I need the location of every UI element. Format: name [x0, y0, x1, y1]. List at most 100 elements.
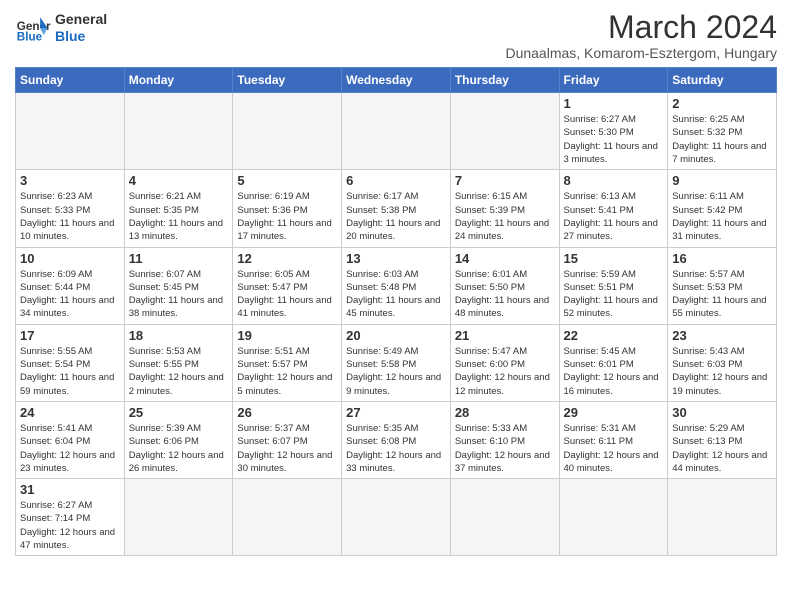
day-cell: 5Sunrise: 6:19 AM Sunset: 5:36 PM Daylig…: [233, 170, 342, 247]
day-info: Sunrise: 5:29 AM Sunset: 6:13 PM Dayligh…: [672, 422, 772, 475]
day-cell: [342, 93, 451, 170]
day-info: Sunrise: 6:25 AM Sunset: 5:32 PM Dayligh…: [672, 113, 772, 166]
day-cell: 23 Sunrise: 5:43 AM Sunset: 6:03 PM Dayli…: [668, 324, 777, 401]
day-cell: [559, 479, 668, 556]
day-cell: 6Sunrise: 6:17 AM Sunset: 5:38 PM Daylig…: [342, 170, 451, 247]
day-cell: 7 Sunrise: 6:15 AM Sunset: 5:39 PM Daylig…: [450, 170, 559, 247]
logo-general-text: General: [55, 11, 107, 28]
day-cell: [668, 479, 777, 556]
day-number: 20: [346, 328, 446, 343]
day-cell: 30 Sunrise: 5:29 AM Sunset: 6:13 PM Dayli…: [668, 401, 777, 478]
day-cell: 28 Sunrise: 5:33 AM Sunset: 6:10 PM Dayli…: [450, 401, 559, 478]
day-info: Sunrise: 5:47 AM Sunset: 6:00 PM Dayligh…: [455, 345, 555, 398]
week-row-2: 3 Sunrise: 6:23 AM Sunset: 5:33 PM Daylig…: [16, 170, 777, 247]
day-info: Sunrise: 6:23 AM Sunset: 5:33 PM Dayligh…: [20, 190, 120, 243]
day-info: Sunrise: 5:37 AM Sunset: 6:07 PM Dayligh…: [237, 422, 337, 475]
day-info: Sunrise: 5:31 AM Sunset: 6:11 PM Dayligh…: [564, 422, 664, 475]
day-cell: 24Sunrise: 5:41 AM Sunset: 6:04 PM Dayli…: [16, 401, 125, 478]
day-number: 24: [20, 405, 120, 420]
day-info: Sunrise: 6:27 AM Sunset: 5:30 PM Dayligh…: [564, 113, 664, 166]
day-info: Sunrise: 5:35 AM Sunset: 6:08 PM Dayligh…: [346, 422, 446, 475]
day-cell: 4Sunrise: 6:21 AM Sunset: 5:35 PM Daylig…: [124, 170, 233, 247]
day-cell: [233, 93, 342, 170]
day-cell: 22 Sunrise: 5:45 AM Sunset: 6:01 PM Dayli…: [559, 324, 668, 401]
logo-icon: General Blue: [15, 10, 51, 46]
day-number: 31: [20, 482, 120, 497]
day-cell: 19 Sunrise: 5:51 AM Sunset: 5:57 PM Dayli…: [233, 324, 342, 401]
day-cell: [450, 479, 559, 556]
day-number: 13: [346, 251, 446, 266]
day-number: 5: [237, 173, 337, 188]
day-cell: 29 Sunrise: 5:31 AM Sunset: 6:11 PM Dayli…: [559, 401, 668, 478]
logo: General Blue General Blue: [15, 10, 107, 46]
week-row-6: 31 Sunrise: 6:27 AM Sunset: 7:14 PM Dayli…: [16, 479, 777, 556]
day-number: 2: [672, 96, 772, 111]
day-cell: 10 Sunrise: 6:09 AM Sunset: 5:44 PM Dayli…: [16, 247, 125, 324]
day-number: 12: [237, 251, 337, 266]
day-number: 22: [564, 328, 664, 343]
day-cell: 13 Sunrise: 6:03 AM Sunset: 5:48 PM Dayli…: [342, 247, 451, 324]
day-number: 9: [672, 173, 772, 188]
day-info: Sunrise: 6:27 AM Sunset: 7:14 PM Dayligh…: [20, 499, 120, 552]
day-cell: 17Sunrise: 5:55 AM Sunset: 5:54 PM Dayli…: [16, 324, 125, 401]
week-row-4: 17Sunrise: 5:55 AM Sunset: 5:54 PM Dayli…: [16, 324, 777, 401]
day-info: Sunrise: 5:39 AM Sunset: 6:06 PM Dayligh…: [129, 422, 229, 475]
day-cell: 26Sunrise: 5:37 AM Sunset: 6:07 PM Dayli…: [233, 401, 342, 478]
day-cell: 12Sunrise: 6:05 AM Sunset: 5:47 PM Dayli…: [233, 247, 342, 324]
header: General Blue General Blue March 2024 Dun…: [15, 10, 777, 61]
day-info: Sunrise: 6:01 AM Sunset: 5:50 PM Dayligh…: [455, 268, 555, 321]
day-info: Sunrise: 5:57 AM Sunset: 5:53 PM Dayligh…: [672, 268, 772, 321]
day-info: Sunrise: 6:15 AM Sunset: 5:39 PM Dayligh…: [455, 190, 555, 243]
weekday-header-row: SundayMondayTuesdayWednesdayThursdayFrid…: [16, 68, 777, 93]
day-number: 3: [20, 173, 120, 188]
day-number: 10: [20, 251, 120, 266]
day-cell: 18 Sunrise: 5:53 AM Sunset: 5:55 PM Dayli…: [124, 324, 233, 401]
day-number: 1: [564, 96, 664, 111]
day-number: 29: [564, 405, 664, 420]
day-cell: [124, 479, 233, 556]
day-info: Sunrise: 5:33 AM Sunset: 6:10 PM Dayligh…: [455, 422, 555, 475]
day-cell: [124, 93, 233, 170]
day-cell: [450, 93, 559, 170]
day-cell: 25Sunrise: 5:39 AM Sunset: 6:06 PM Dayli…: [124, 401, 233, 478]
day-number: 21: [455, 328, 555, 343]
day-info: Sunrise: 6:03 AM Sunset: 5:48 PM Dayligh…: [346, 268, 446, 321]
day-number: 19: [237, 328, 337, 343]
day-info: Sunrise: 5:53 AM Sunset: 5:55 PM Dayligh…: [129, 345, 229, 398]
day-number: 16: [672, 251, 772, 266]
day-number: 28: [455, 405, 555, 420]
day-info: Sunrise: 6:07 AM Sunset: 5:45 PM Dayligh…: [129, 268, 229, 321]
day-number: 6: [346, 173, 446, 188]
day-number: 8: [564, 173, 664, 188]
weekday-header-thursday: Thursday: [450, 68, 559, 93]
week-row-3: 10 Sunrise: 6:09 AM Sunset: 5:44 PM Dayli…: [16, 247, 777, 324]
weekday-header-sunday: Sunday: [16, 68, 125, 93]
day-number: 11: [129, 251, 229, 266]
weekday-header-friday: Friday: [559, 68, 668, 93]
day-number: 7: [455, 173, 555, 188]
month-year: March 2024: [505, 10, 777, 45]
week-row-1: 1 Sunrise: 6:27 AM Sunset: 5:30 PM Daylig…: [16, 93, 777, 170]
day-info: Sunrise: 5:43 AM Sunset: 6:03 PM Dayligh…: [672, 345, 772, 398]
logo-blue-text: Blue: [55, 28, 107, 45]
weekday-header-saturday: Saturday: [668, 68, 777, 93]
day-cell: 21 Sunrise: 5:47 AM Sunset: 6:00 PM Dayli…: [450, 324, 559, 401]
day-cell: [342, 479, 451, 556]
day-cell: 3 Sunrise: 6:23 AM Sunset: 5:33 PM Daylig…: [16, 170, 125, 247]
svg-text:Blue: Blue: [17, 31, 43, 44]
title-block: March 2024 Dunaalmas, Komarom-Esztergom,…: [505, 10, 777, 61]
day-info: Sunrise: 5:51 AM Sunset: 5:57 PM Dayligh…: [237, 345, 337, 398]
day-info: Sunrise: 6:09 AM Sunset: 5:44 PM Dayligh…: [20, 268, 120, 321]
day-number: 23: [672, 328, 772, 343]
weekday-header-monday: Monday: [124, 68, 233, 93]
day-cell: 8Sunrise: 6:13 AM Sunset: 5:41 PM Daylig…: [559, 170, 668, 247]
day-number: 18: [129, 328, 229, 343]
day-number: 30: [672, 405, 772, 420]
day-number: 27: [346, 405, 446, 420]
day-info: Sunrise: 5:45 AM Sunset: 6:01 PM Dayligh…: [564, 345, 664, 398]
day-cell: 2 Sunrise: 6:25 AM Sunset: 5:32 PM Daylig…: [668, 93, 777, 170]
location: Dunaalmas, Komarom-Esztergom, Hungary: [505, 45, 777, 61]
day-cell: 9 Sunrise: 6:11 AM Sunset: 5:42 PM Daylig…: [668, 170, 777, 247]
day-cell: 20Sunrise: 5:49 AM Sunset: 5:58 PM Dayli…: [342, 324, 451, 401]
day-info: Sunrise: 6:11 AM Sunset: 5:42 PM Dayligh…: [672, 190, 772, 243]
